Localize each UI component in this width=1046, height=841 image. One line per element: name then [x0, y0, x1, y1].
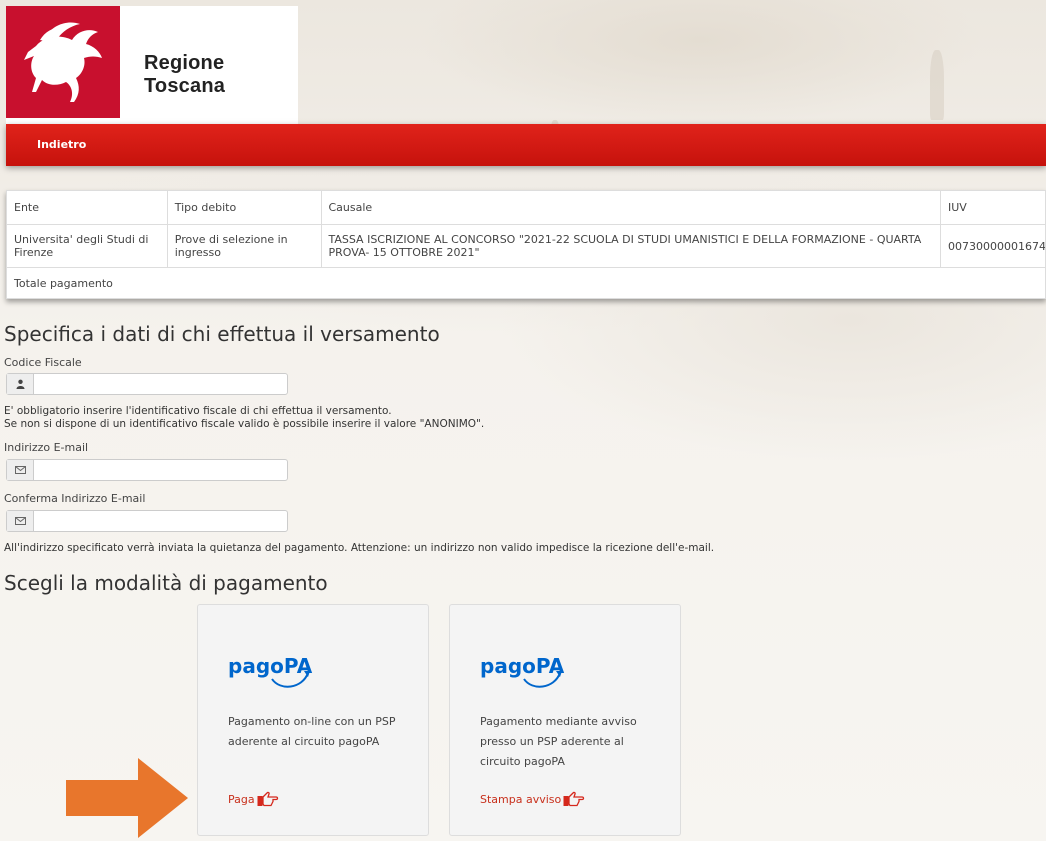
codice-fiscale-field	[6, 373, 288, 396]
cell-causale: TASSA ISCRIZIONE AL CONCORSO "2021-22 SC…	[320, 224, 941, 268]
col-ente-header: Ente	[6, 190, 168, 225]
back-link[interactable]: Indietro	[37, 138, 86, 151]
pagopa-logo: pagoPA	[228, 654, 313, 688]
regione-toscana-logo[interactable]	[6, 6, 120, 118]
pagopa-logo: pagoPA	[480, 654, 565, 688]
confirm-email-input[interactable]	[34, 511, 288, 533]
card-description: Pagamento on-line con un PSP aderente al…	[228, 715, 396, 748]
email-label: Indirizzo E-mail	[4, 441, 89, 454]
pegasus-icon	[6, 6, 120, 118]
hand-pointer-icon	[257, 791, 278, 807]
total-label: Totale pagamento	[6, 267, 1046, 299]
card-description: Pagamento mediante avviso presso un PSP …	[480, 715, 637, 768]
codice-fiscale-note-2: Se non si dispone di un identificativo f…	[4, 418, 485, 430]
confirm-email-field	[6, 510, 288, 533]
codice-fiscale-input[interactable]	[34, 374, 288, 396]
brand-name: Regione Toscana	[144, 52, 226, 97]
confirm-email-label: Conferma Indirizzo E-mail	[4, 492, 146, 505]
pagopa-logo-text: pagoPA	[480, 654, 565, 678]
payer-section-title: Specifica i dati di chi effettua il vers…	[4, 322, 440, 346]
site-header: Regione Toscana	[6, 6, 298, 126]
debt-table-wrapper: Ente Tipo debito Causale IUV Universita'…	[6, 190, 1046, 299]
cell-ente: Universita' degli Studi di Firenze	[6, 224, 168, 268]
payment-section-title: Scegli la modalità di pagamento	[4, 571, 328, 595]
hand-pointer-icon	[563, 791, 585, 807]
pay-online-link[interactable]: Paga	[228, 791, 279, 807]
cell-tipo-debito: Prove di selezione in ingresso	[166, 224, 322, 268]
codice-fiscale-label: Codice Fiscale	[4, 356, 82, 369]
table-header-row: Ente Tipo debito Causale IUV	[6, 190, 1046, 225]
col-causale-header: Causale	[320, 190, 941, 225]
print-avviso-link[interactable]: Stampa avviso	[480, 791, 585, 807]
pay-link-label: Paga	[228, 792, 255, 806]
pagopa-logo-text: pagoPA	[228, 654, 313, 678]
top-navbar: Indietro	[6, 124, 1046, 166]
arrow-right-icon	[66, 758, 188, 838]
cell-iuv: 007300000016743	[940, 224, 1046, 268]
email-field	[6, 459, 288, 482]
email-note: All'indirizzo specificato verrà inviata …	[4, 542, 715, 554]
payment-card-online[interactable]: pagoPA Pagamento on-line con un PSP ader…	[197, 604, 429, 836]
envelope-icon	[7, 460, 34, 480]
total-row: Totale pagamento	[6, 267, 1046, 299]
table-row: Universita' degli Studi di Firenze Prove…	[6, 224, 1046, 268]
print-link-label: Stampa avviso	[480, 792, 562, 806]
col-iuv-header: IUV	[940, 190, 1046, 225]
cypress-tree	[930, 50, 944, 120]
payment-card-avviso[interactable]: pagoPA Pagamento mediante avviso presso …	[449, 604, 681, 836]
email-input[interactable]	[34, 460, 288, 482]
codice-fiscale-note-1: E' obbligatorio inserire l'identificativ…	[4, 405, 392, 417]
envelope-icon	[7, 511, 34, 531]
debt-table: Ente Tipo debito Causale IUV Universita'…	[6, 190, 1046, 299]
user-icon	[7, 374, 34, 394]
col-tipo-debito-header: Tipo debito	[166, 190, 322, 225]
